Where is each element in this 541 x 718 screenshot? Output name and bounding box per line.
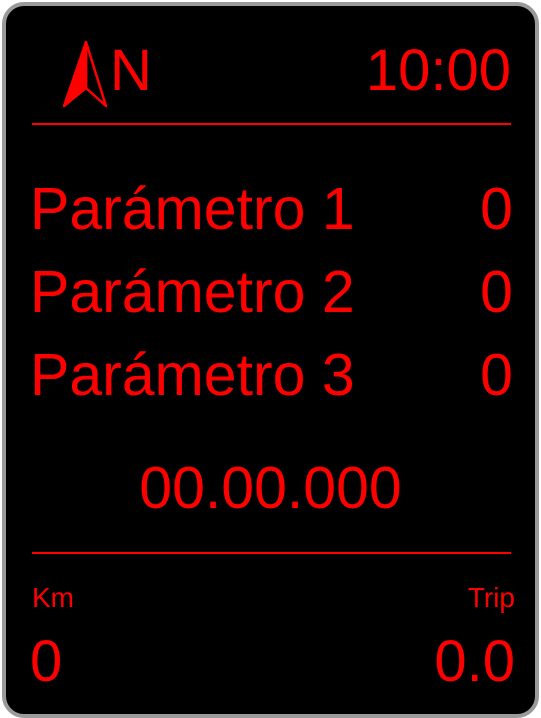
parameter-row: Parámetro 3 0	[30, 335, 513, 415]
parameter-label: Parámetro 3	[30, 342, 355, 408]
parameter-value: 0	[480, 176, 513, 242]
odometer-readout: 00.00.000	[139, 455, 402, 521]
north-arrow-icon	[62, 40, 108, 108]
parameter-row: Parámetro 1 0	[30, 169, 513, 249]
footer-divider	[32, 552, 511, 554]
parameter-row: Parámetro 2 0	[30, 252, 513, 332]
parameter-value: 0	[480, 342, 513, 408]
parameter-label: Parámetro 1	[30, 176, 355, 242]
parameter-label: Parámetro 2	[30, 259, 355, 325]
trip-value: 0.0	[434, 629, 515, 694]
heading-direction: N	[110, 38, 152, 103]
parameter-value: 0	[480, 259, 513, 325]
header-divider	[32, 123, 511, 125]
km-value: 0	[30, 629, 63, 694]
km-label: Km	[32, 582, 74, 613]
dashboard-display: N 10:00 Parámetro 1 0 Parámetro 2 0 Pará…	[2, 2, 539, 718]
trip-label: Trip	[467, 582, 515, 613]
clock-time: 10:00	[365, 38, 511, 103]
